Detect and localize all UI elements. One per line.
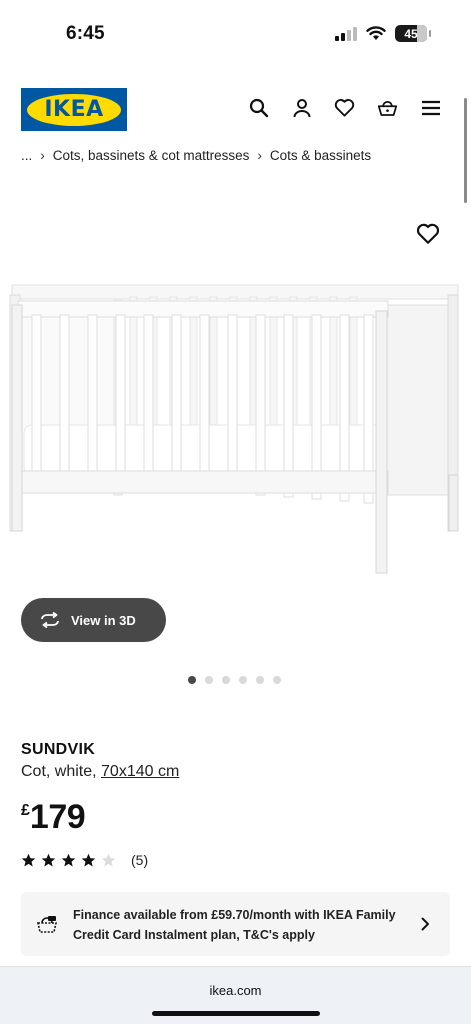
status-time: 6:45: [66, 23, 105, 44]
breadcrumb-ellipsis[interactable]: ...: [21, 148, 32, 163]
signal-icon: [335, 26, 357, 41]
product-price: £ 179: [21, 798, 86, 837]
product-name: SUNDVIK: [21, 741, 96, 758]
home-indicator[interactable]: [152, 1011, 320, 1016]
breadcrumb: ... › Cots, bassinets & cot mattresses ›…: [21, 148, 371, 163]
view-in-3d-button[interactable]: View in 3D: [21, 598, 166, 642]
chevron-right-icon: ›: [40, 148, 45, 163]
star-filled-icon: [61, 853, 76, 866]
basket-icon[interactable]: [377, 97, 398, 119]
product-rating[interactable]: (5): [21, 852, 148, 868]
breadcrumb-item-cots-bassinets[interactable]: Cots & bassinets: [270, 148, 371, 163]
star-filled-icon: [41, 853, 56, 866]
carousel-dot[interactable]: [205, 676, 213, 684]
price-currency: £: [21, 802, 30, 819]
star-empty-icon: [101, 853, 116, 866]
carousel-dot[interactable]: [188, 676, 196, 684]
status-bar: 6:45 45: [0, 0, 471, 70]
wishlist-icon[interactable]: [334, 97, 355, 119]
star-filled-icon: [21, 853, 36, 866]
product-description: Cot, white, 70x140 cm: [21, 763, 179, 781]
chevron-right-icon: [421, 917, 429, 931]
heart-icon: [416, 223, 440, 244]
search-icon[interactable]: [248, 97, 269, 119]
view-in-3d-label: View in 3D: [71, 612, 136, 628]
credit-basket-icon: [37, 916, 57, 933]
status-icons: 45: [335, 25, 431, 42]
star-filled-icon: [81, 853, 96, 866]
carousel-dot[interactable]: [239, 676, 247, 684]
wifi-icon: [366, 26, 386, 40]
review-count: (5): [131, 852, 149, 868]
account-icon[interactable]: [291, 97, 312, 119]
breadcrumb-item-cots-bassinets-mattresses[interactable]: Cots, bassinets & cot mattresses: [53, 148, 250, 163]
product-image-cot[interactable]: [8, 275, 466, 585]
ikea-logo[interactable]: IKEA: [21, 88, 127, 131]
rotate-3d-icon: [41, 612, 59, 628]
price-amount: 179: [29, 798, 86, 836]
carousel-indicator: [188, 676, 281, 684]
header-actions: [248, 97, 441, 119]
site-header: IKEA: [0, 85, 471, 133]
chevron-right-icon: ›: [257, 148, 262, 163]
battery-level: 45: [404, 26, 418, 41]
url-text[interactable]: ikea.com: [0, 983, 471, 998]
finance-banner[interactable]: Finance available from £59.70/month with…: [21, 892, 450, 956]
product-size-link[interactable]: 70x140 cm: [101, 763, 179, 780]
page-scrollbar[interactable]: [464, 98, 467, 203]
product-type: Cot, white,: [21, 763, 102, 780]
battery-indicator: 45: [395, 25, 431, 42]
carousel-dot[interactable]: [256, 676, 264, 684]
finance-text: Finance available from £59.70/month with…: [73, 908, 396, 942]
browser-address-bar[interactable]: ikea.com: [0, 966, 471, 1024]
logo-text: IKEA: [44, 97, 104, 122]
carousel-dot[interactable]: [222, 676, 230, 684]
menu-icon[interactable]: [420, 97, 441, 119]
product-wishlist-button[interactable]: [416, 223, 440, 245]
carousel-dot[interactable]: [273, 676, 281, 684]
